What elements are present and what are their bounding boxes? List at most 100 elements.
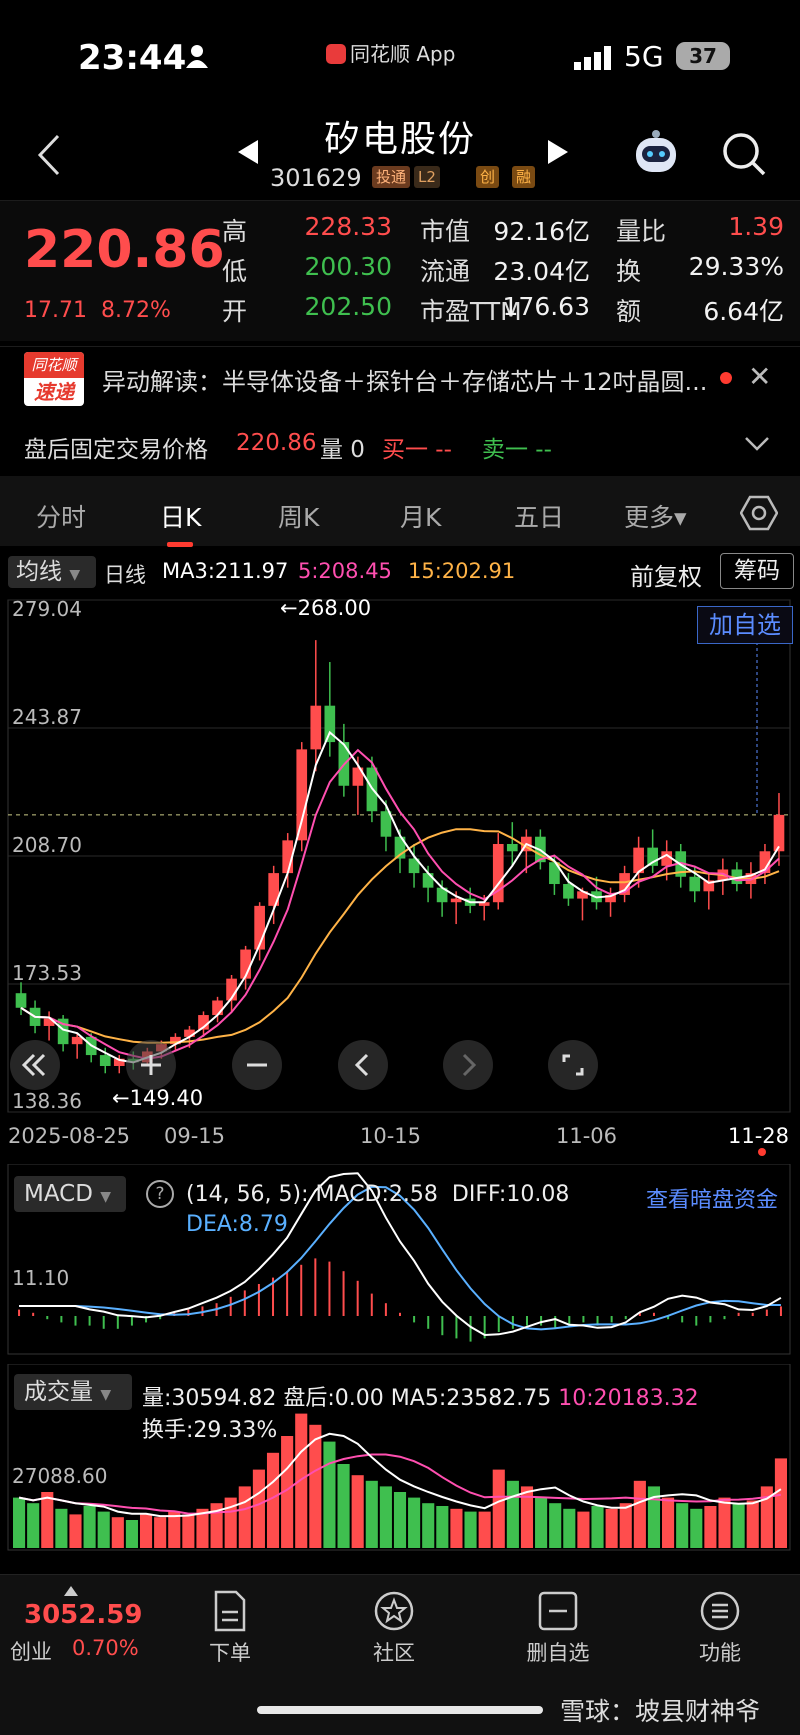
macd-params-text: (14, 56, 5): [186, 1182, 309, 1207]
volume-label: 成交量 [24, 1379, 93, 1405]
scroll-left-button[interactable] [10, 1040, 60, 1090]
candle-body [450, 898, 462, 903]
volume-bar [351, 1475, 364, 1548]
fullscreen-icon [562, 1054, 584, 1076]
quote-value: 29.33% [688, 252, 784, 281]
tag-l2: L2 [414, 166, 440, 188]
dropdown-icon: ▼ [100, 1189, 112, 1205]
next-stock-button[interactable] [546, 138, 570, 166]
nav-remove-watchlist-label: 删自选 [526, 1641, 590, 1665]
x-tick: 11-06 [556, 1124, 618, 1148]
quote-value: 92.16亿 [493, 217, 590, 246]
plus-icon [141, 1055, 161, 1075]
volume-bar [450, 1508, 463, 1548]
volume-bar [408, 1497, 421, 1548]
volume-bar [436, 1506, 449, 1548]
candle-body [99, 1055, 111, 1066]
index-value[interactable]: 3052.59 [24, 1600, 142, 1630]
volume-bar [323, 1441, 336, 1548]
search-icon[interactable] [720, 130, 768, 178]
fullscreen-button[interactable] [548, 1040, 598, 1090]
nav-community[interactable]: 社区 [334, 1590, 454, 1667]
candle-body [15, 993, 27, 1008]
period-label: 日线 [104, 563, 146, 587]
adjust-rights-toggle[interactable]: 前复权 [630, 557, 702, 592]
volume-indicator-select[interactable]: 成交量 ▼ [14, 1374, 132, 1410]
zoom-out-button[interactable] [232, 1040, 282, 1090]
tab-intraday[interactable]: 分时 [36, 498, 86, 534]
vol-ma10-value: 10:20183.32 [558, 1386, 699, 1411]
settings-icon[interactable] [740, 494, 778, 532]
volume-bar [13, 1497, 26, 1548]
candle-body [689, 876, 701, 892]
dark-pool-link[interactable]: 查看暗盘资金 [646, 1182, 778, 1214]
last-price: 220.86 [24, 220, 225, 280]
quote-value: 176.63 [502, 292, 590, 321]
macd-y-label: 11.10 [12, 1266, 70, 1290]
tab-more[interactable]: 更多▾ [624, 498, 687, 534]
candle-body [212, 1000, 223, 1016]
kline-chart[interactable]: 279.04 243.87 208.70 173.53 138.36 [0, 592, 800, 1164]
volume-bar [154, 1517, 167, 1548]
main-indicator-select[interactable]: 均线 ▼ [8, 556, 96, 588]
volume-bar [125, 1520, 138, 1548]
quote-value: 228.33 [304, 212, 392, 241]
tag-chuang: 创 [476, 166, 500, 188]
watermark: 雪球：坡县财神爷 [560, 1697, 761, 1726]
candle-body [296, 749, 308, 841]
status-time: 23:44 [78, 38, 187, 78]
quote-label: 开 [222, 297, 248, 326]
index-name: 创业 [10, 1640, 52, 1664]
chevron-left-icon [354, 1053, 369, 1077]
nav-remove-watchlist[interactable]: 删自选 [498, 1590, 618, 1667]
candle-body [563, 884, 574, 899]
tab-monthly-k[interactable]: 月K [400, 498, 441, 534]
triangle-up-icon [64, 1586, 78, 1596]
volume-bar [492, 1469, 505, 1548]
signal-icon [574, 46, 611, 70]
nav-functions[interactable]: 功能 [660, 1590, 780, 1667]
volume-bar [182, 1514, 195, 1548]
add-watchlist-button[interactable]: 加自选 [697, 606, 793, 644]
x-tick: 10-15 [360, 1124, 422, 1148]
prev-stock-button[interactable] [236, 138, 260, 166]
volume-stats: 量:30594.82 盘后:0.00 MA5:23582.75 10:20183… [142, 1380, 699, 1412]
volume-value: 量:30594.82 [142, 1386, 277, 1411]
move-right-button[interactable] [443, 1040, 493, 1090]
diff-value: DIFF:10.08 [451, 1182, 570, 1207]
quote-value: 202.50 [304, 292, 392, 321]
tab-active-indicator [167, 542, 193, 547]
app-logo-icon [326, 44, 346, 64]
news-text[interactable]: 异动解读：半导体设备＋探针台＋存储芯片＋12吋晶圆... [102, 362, 707, 397]
tab-daily-k[interactable]: 日K [160, 498, 201, 534]
turnover-value: 换手:29.33% [142, 1418, 278, 1443]
ma15-value: 15:202.91 [408, 559, 516, 583]
after-hours-bid: 买一 -- [382, 437, 452, 463]
nav-order[interactable]: 下单 [170, 1590, 290, 1667]
macd-indicator-select[interactable]: MACD ▼ [14, 1176, 126, 1212]
tab-weekly-k[interactable]: 周K [278, 498, 319, 534]
tag-touton: 投通 [372, 166, 411, 188]
tag-rong: 融 [512, 166, 536, 188]
volume-bar [337, 1464, 350, 1548]
zoom-in-button[interactable] [126, 1040, 176, 1090]
close-icon[interactable]: ✕ [748, 360, 771, 393]
volume-bar [676, 1503, 689, 1548]
ai-assistant-icon[interactable] [628, 128, 684, 178]
nav-community-label: 社区 [373, 1641, 415, 1665]
chips-button[interactable]: 筹码 [720, 553, 794, 589]
volume-bar [577, 1511, 590, 1548]
chevron-down-icon[interactable] [744, 436, 770, 452]
quote-value: 6.64亿 [703, 297, 784, 326]
quote-label: 高 [222, 217, 248, 246]
quote-label: 市值 [420, 217, 471, 246]
candle-body [506, 843, 518, 852]
star-circle-icon [374, 1591, 414, 1631]
x-tick: 2025-08-25 [8, 1124, 131, 1148]
macd-value: MACD:2.58 [315, 1182, 438, 1207]
tab-five-day[interactable]: 五日 [514, 498, 564, 534]
help-icon[interactable]: ? [146, 1180, 174, 1208]
move-left-button[interactable] [338, 1040, 388, 1090]
home-indicator[interactable] [257, 1706, 543, 1714]
volume-bar [27, 1503, 40, 1548]
